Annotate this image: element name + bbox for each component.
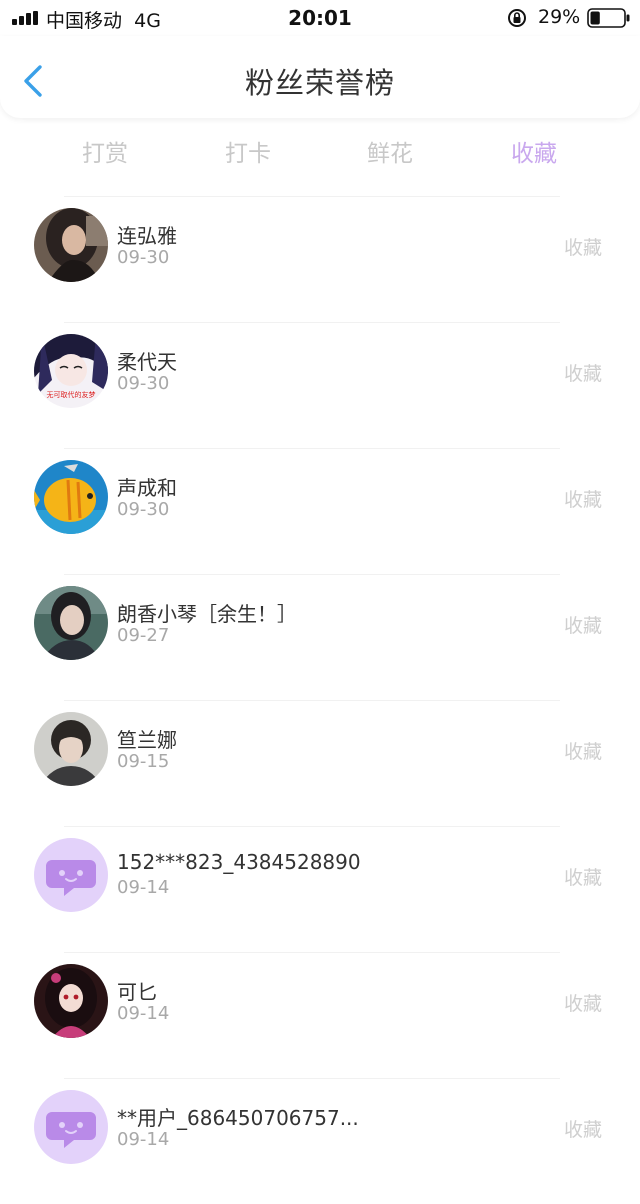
fan-date: 09-30 xyxy=(117,373,170,394)
divider xyxy=(64,952,560,953)
divider xyxy=(64,700,560,701)
battery-icon xyxy=(587,8,630,28)
fan-date: 09-30 xyxy=(117,499,170,520)
nav-header: 粉丝荣誉榜 xyxy=(0,36,640,118)
fan-name: 152***823_4384528890 xyxy=(117,850,361,874)
fan-name: **用户_686450706757... xyxy=(117,1106,359,1130)
list-item[interactable]: 152***823_4384528890 09-14 收藏 xyxy=(0,826,640,952)
divider xyxy=(64,574,560,575)
avatar[interactable]: 无可取代的友梦 xyxy=(34,334,108,408)
fan-name: 笪兰娜 xyxy=(117,728,177,752)
list-item[interactable]: 可匕 09-14 收藏 xyxy=(0,952,640,1078)
battery-percent: 29% xyxy=(538,6,581,28)
fan-date: 09-30 xyxy=(117,247,170,268)
tab-flowers[interactable]: 鲜花 xyxy=(330,134,450,168)
favorite-label[interactable]: 收藏 xyxy=(564,989,602,1016)
favorite-label[interactable]: 收藏 xyxy=(564,485,602,512)
avatar[interactable] xyxy=(34,586,108,660)
fan-name: 可匕 xyxy=(117,980,157,1004)
divider xyxy=(64,322,560,323)
favorite-label[interactable]: 收藏 xyxy=(564,863,602,890)
fan-list: 连弘雅 09-30 收藏 无可取代的友梦 柔代天 09-30 收藏 声成和 09… xyxy=(0,196,640,1204)
fan-name: 柔代天 xyxy=(117,350,177,374)
status-bar: 中国移动 4G 20:01 29% xyxy=(0,0,640,36)
favorite-label[interactable]: 收藏 xyxy=(564,359,602,386)
tab-checkin[interactable]: 打卡 xyxy=(188,134,308,168)
tab-reward[interactable]: 打赏 xyxy=(45,134,165,168)
favorite-label[interactable]: 收藏 xyxy=(564,233,602,260)
avatar[interactable] xyxy=(34,712,108,786)
avatar[interactable] xyxy=(34,460,108,534)
favorite-label[interactable]: 收藏 xyxy=(564,737,602,764)
fan-date: 09-14 xyxy=(117,877,170,898)
list-item[interactable]: 无可取代的友梦 柔代天 09-30 收藏 xyxy=(0,322,640,448)
list-item[interactable]: 笪兰娜 09-15 收藏 xyxy=(0,700,640,826)
fan-name: 朗香小琴［余生！］ xyxy=(117,602,297,626)
fan-date: 09-15 xyxy=(117,751,170,772)
avatar-caption: 无可取代的友梦 xyxy=(47,390,96,399)
list-item[interactable]: 朗香小琴［余生！］ 09-27 收藏 xyxy=(0,574,640,700)
favorite-label[interactable]: 收藏 xyxy=(564,1115,602,1142)
divider xyxy=(64,826,560,827)
page-title: 粉丝荣誉榜 xyxy=(244,66,395,100)
fan-date: 09-27 xyxy=(117,625,170,646)
divider xyxy=(64,196,560,197)
rotation-lock-icon xyxy=(508,9,526,27)
fan-name: 声成和 xyxy=(117,476,177,500)
avatar[interactable] xyxy=(34,208,108,282)
favorite-label[interactable]: 收藏 xyxy=(564,611,602,638)
list-item[interactable]: 连弘雅 09-30 收藏 xyxy=(0,196,640,322)
fan-name: 连弘雅 xyxy=(117,224,177,248)
tab-bar: 打赏 打卡 鲜花 收藏 xyxy=(0,126,640,176)
default-avatar[interactable] xyxy=(34,838,108,912)
default-avatar[interactable] xyxy=(34,1090,108,1164)
divider xyxy=(64,448,560,449)
fan-date: 09-14 xyxy=(117,1003,170,1024)
divider xyxy=(64,1078,560,1079)
list-item[interactable]: **用户_686450706757... 09-14 收藏 xyxy=(0,1078,640,1204)
list-item[interactable]: 声成和 09-30 收藏 xyxy=(0,448,640,574)
tab-favorites[interactable]: 收藏 xyxy=(474,134,594,168)
avatar[interactable] xyxy=(34,964,108,1038)
